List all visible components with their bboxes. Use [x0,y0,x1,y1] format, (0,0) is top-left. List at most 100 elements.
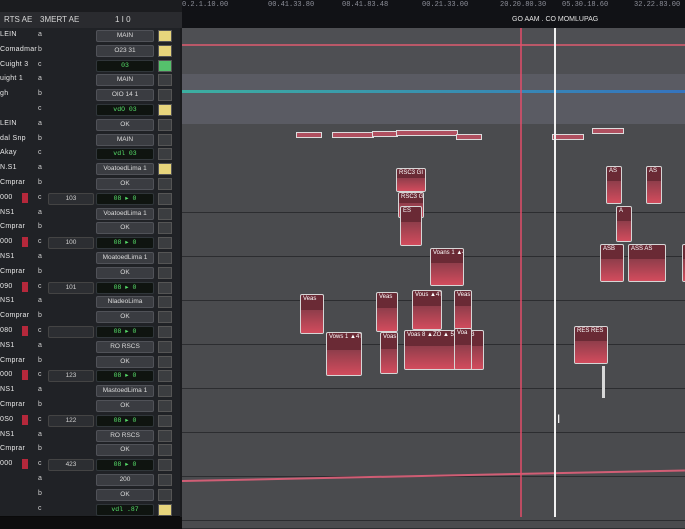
track-level-display[interactable]: 08 ▸ 0 [96,192,154,205]
track-row[interactable]: NS1 a RO RSCS [0,338,180,355]
track-input-selector[interactable]: OK [96,311,154,324]
track-row[interactable]: Akay c vdl 03 [0,146,180,163]
track-input-selector[interactable]: RO RSCS [96,429,154,442]
track-lane[interactable] [182,388,685,433]
track-toggle-button[interactable] [158,207,172,220]
track-row[interactable]: 0S0 c 122 08 ▸ 0 [0,412,180,429]
audio-clip[interactable]: Voa [454,328,472,370]
track-input-selector[interactable]: MAIN [96,74,154,87]
audio-clip[interactable]: ES [400,206,422,246]
track-row[interactable]: Cmprar b OK [0,264,180,281]
track-level-display[interactable]: 08 ▸ 0 [96,459,154,472]
record-arm-button[interactable] [22,370,28,381]
track-row[interactable]: Comadmar b O23 31 [0,42,180,59]
audio-clip[interactable]: Voas [380,332,398,374]
track-level-display[interactable]: vdl .87 [96,503,154,516]
track-input-selector[interactable]: MAIN [96,133,154,146]
track-volume-field[interactable]: 103 [48,192,94,205]
track-input-selector[interactable]: OK [96,444,154,457]
mini-clip[interactable] [332,132,374,138]
track-volume-field[interactable]: 123 [48,370,94,383]
audio-clip[interactable]: Voans 1 ▲4T 6 [430,248,464,286]
mini-clip[interactable] [372,131,398,137]
track-level-display[interactable]: 08 ▸ 0 [96,370,154,383]
track-toggle-button[interactable] [158,222,172,235]
audio-clip[interactable]: AS [646,166,662,204]
track-level-display[interactable]: 08 ▸ 0 [96,414,154,427]
track-toggle-button[interactable] [158,266,172,279]
track-row[interactable]: 090 c 101 08 ▸ 0 [0,279,180,296]
track-toggle-button[interactable] [158,252,172,264]
track-toggle-button[interactable] [158,503,172,516]
audio-clip[interactable]: Voas 8 ▲ZO ▲ 5 3 5 P 3 [404,330,484,370]
audio-clip[interactable]: A [616,206,632,242]
track-input-selector[interactable]: VoatoedLima 1 [96,163,154,176]
track-toggle-button[interactable] [158,104,172,116]
record-arm-button[interactable] [22,237,28,248]
track-row[interactable]: c vdO 03 [0,102,180,118]
track-row[interactable]: Cmprar b OK [0,220,180,237]
track-level-display[interactable]: vdO 03 [96,104,154,116]
track-input-selector[interactable]: OK [96,400,154,412]
track-toggle-button[interactable] [158,133,172,146]
track-row[interactable]: Cmprar b OK [0,442,180,459]
record-arm-button[interactable] [22,459,28,470]
track-input-selector[interactable]: RO RSCS [96,340,154,353]
track-toggle-button[interactable] [158,89,172,102]
track-lane[interactable] [182,28,685,75]
track-input-selector[interactable]: MoatoedLima 1 [96,252,154,264]
loop-marker[interactable] [520,28,522,517]
track-toggle-button[interactable] [158,148,172,161]
track-toggle-button[interactable] [158,355,172,368]
track-row[interactable]: 080 c 08 ▸ 0 [0,324,180,340]
mini-clip[interactable] [456,134,482,140]
track-toggle-button[interactable] [158,178,172,190]
track-input-selector[interactable]: OK [96,118,154,131]
track-input-selector[interactable]: NladeoLima [96,296,154,309]
track-toggle-button[interactable] [158,74,172,87]
audio-clip[interactable]: Vous ▲4T 6 [412,290,442,330]
track-row[interactable]: NS1 a VoatoedLima 1 [0,205,180,222]
track-toggle-button[interactable] [158,488,172,501]
audio-clip[interactable]: AS [606,166,622,204]
track-input-selector[interactable]: OK [96,488,154,501]
ruler-event-label[interactable]: GO AAM . CO MOMLUPAG [512,16,598,23]
track-row[interactable]: 000 c 123 08 ▸ 0 [0,368,180,385]
track-toggle-button[interactable] [158,385,172,398]
track-toggle-button[interactable] [158,237,172,250]
track-row[interactable]: Cmprar b OK [0,176,180,192]
automation-line[interactable] [182,90,685,93]
audio-clip[interactable]: Veas [300,294,324,334]
track-input-selector[interactable]: 200 [96,474,154,486]
track-row[interactable]: NS1 a NladeoLima [0,294,180,311]
track-input-selector[interactable]: OK [96,355,154,368]
track-input-selector[interactable]: MastoedLima 1 [96,385,154,398]
track-row[interactable]: NS1 a MastoedLima 1 [0,383,180,399]
track-row[interactable]: LEIN a OK [0,116,180,133]
track-toggle-button[interactable] [158,340,172,353]
track-input-selector[interactable]: OIO 14 1 [96,89,154,102]
record-arm-button[interactable] [22,414,28,425]
playhead[interactable] [554,28,556,517]
track-row[interactable]: 000 c 423 08 ▸ 0 [0,457,180,473]
track-toggle-button[interactable] [158,192,172,205]
arrangement-view[interactable]: RSC3 GI ▲4T 6 RSC3 GI ES Voans 1 ▲4T 6 Veas V… [182,28,685,529]
track-input-selector[interactable]: VoatoedLima 1 [96,207,154,220]
track-toggle-button[interactable] [158,118,172,131]
track-lane[interactable] [182,476,685,521]
track-level-display[interactable]: 08 ▸ 0 [96,281,154,294]
track-input-selector[interactable]: O23 31 [96,44,154,57]
track-row[interactable]: 000 c 103 08 ▸ 0 [0,190,180,207]
audio-clip[interactable]: ASS AS [628,244,666,282]
timeline-ruler[interactable]: 0.2.1.10.00 00.41.33.80 08.41.83.48 00.2… [182,0,685,28]
track-row[interactable]: gh b OIO 14 1 [0,87,180,103]
audio-clip[interactable]: Vows 1 ▲4T 8 [326,332,362,376]
track-row[interactable]: NS1 a MoatoedLima 1 [0,250,180,266]
track-input-selector[interactable]: OK [96,178,154,190]
track-row[interactable]: a 200 [0,472,180,488]
track-level-display[interactable]: 08 ▸ 0 [96,237,154,250]
record-arm-button[interactable] [22,192,28,203]
track-level-display[interactable]: 03 [96,59,154,72]
track-row[interactable]: N.S1 a VoatoedLima 1 [0,161,180,177]
audio-clip[interactable]: ASB [600,244,624,282]
